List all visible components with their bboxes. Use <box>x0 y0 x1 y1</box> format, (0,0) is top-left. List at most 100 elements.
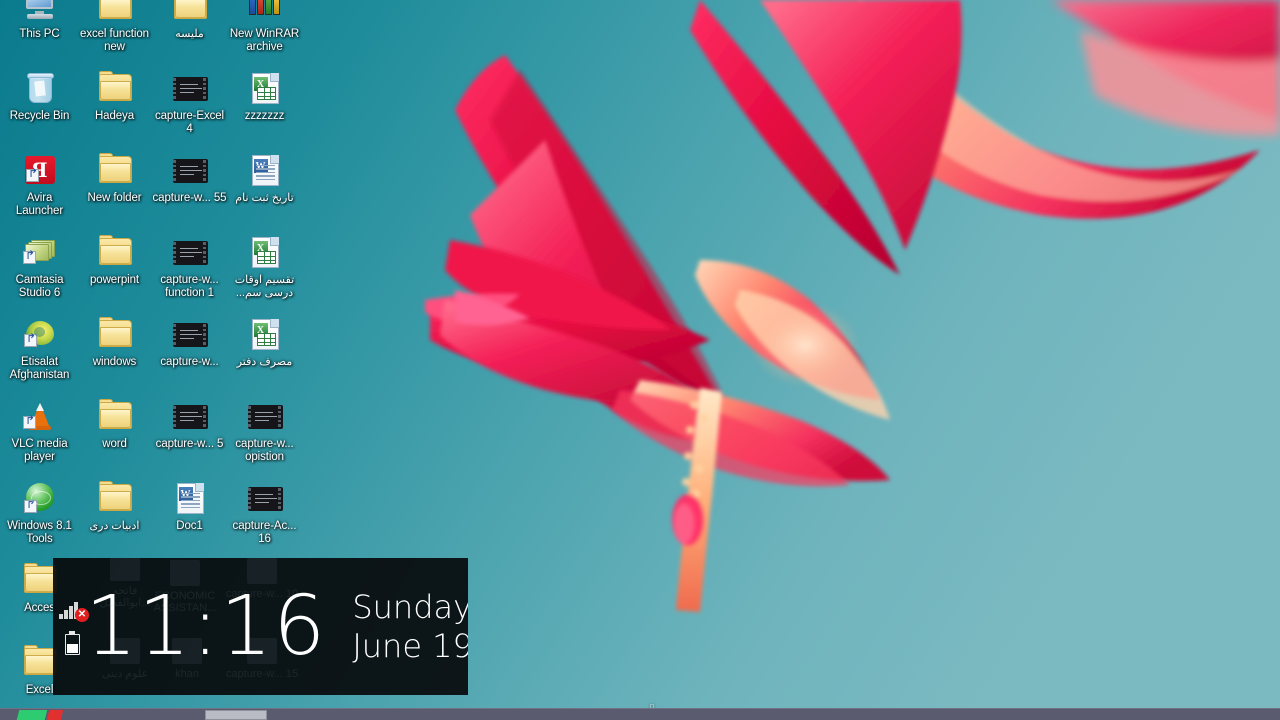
folder-icon <box>23 645 57 675</box>
desktop-icon-art <box>245 0 285 26</box>
desktop-icon-label: powerpint <box>90 274 139 286</box>
camtasia-studio-icon <box>22 240 55 264</box>
desktop-icon-art <box>245 396 285 436</box>
ghost-icon-label: ECONOMIC ASSISTAN... <box>153 590 217 614</box>
desktop-icon[interactable]: مليسه <box>152 0 227 64</box>
desktop-icon[interactable]: capture-w... 55 <box>152 146 227 228</box>
desktop-icon-label: excel function new <box>80 28 149 53</box>
desktop-icon[interactable]: capture-Excel 4 <box>152 64 227 146</box>
desktop-icon[interactable]: Camtasia Studio 6 <box>2 228 77 310</box>
desktop-icon[interactable]: New WinRAR archive <box>227 0 302 64</box>
ghost-icon-art <box>247 638 277 664</box>
ghost-icon-art <box>110 638 140 664</box>
lock-screen-clock-overlay[interactable]: فاتحه ابوالفضل... ECONOMIC ASSISTAN... cap… <box>53 558 468 695</box>
desktop-icon[interactable]: windows <box>77 310 152 392</box>
desktop-icon[interactable]: Recycle Bin <box>2 64 77 146</box>
windows-start-logo[interactable] <box>16 708 64 720</box>
desktop-icon-art <box>95 232 135 272</box>
taskbar-window-button[interactable] <box>205 710 267 720</box>
desktop-icon-label: capture-Excel 4 <box>154 110 224 135</box>
desktop-icon-label: This PC <box>19 28 60 40</box>
video-capture-file-icon <box>172 405 208 429</box>
avira-launcher-icon: R <box>24 156 55 184</box>
ghost-icons-behind-overlay: فاتحه ابوالفضل... ECONOMIC ASSISTAN... cap… <box>53 558 468 695</box>
vlc-media-player-icon <box>22 399 53 431</box>
desktop-icon[interactable]: VLC media player <box>2 392 77 474</box>
windows-desktop[interactable]: This PC excel function new مليسه New WinRAR… <box>0 0 1280 720</box>
desktop-icon-label: VLC media player <box>11 438 68 463</box>
excel-spreadsheet-icon: X <box>251 237 279 268</box>
desktop-icon-art <box>245 478 285 518</box>
desktop-icon[interactable]: powerpint <box>77 228 152 310</box>
desktop-icon[interactable]: This PC <box>2 0 77 64</box>
desktop-icon-art <box>95 150 135 190</box>
desktop-icon-label: New WinRAR archive <box>229 28 300 53</box>
desktop-icon-art <box>20 68 60 108</box>
video-capture-file-icon <box>172 241 208 265</box>
desktop-icon-label: Recycle Bin <box>9 110 70 122</box>
desktop-icon[interactable]: W تاریخ ثبت نام <box>227 146 302 228</box>
video-capture-file-icon <box>172 159 208 183</box>
battery-half-icon <box>64 630 80 655</box>
desktop-icon-label: Hadeya <box>94 110 135 122</box>
desktop-icon-art: X <box>245 68 285 108</box>
video-capture-file-icon <box>172 77 208 101</box>
desktop-icon[interactable]: capture-w... 5 <box>152 392 227 474</box>
desktop-icon[interactable]: capture-Ac... 16 <box>227 474 302 556</box>
taskbar[interactable] <box>0 708 1280 720</box>
desktop-icon[interactable]: Etisalat Afghanistan <box>2 310 77 392</box>
desktop-icon[interactable]: R Avira Launcher <box>2 146 77 228</box>
desktop-icon-art <box>95 478 135 518</box>
desktop-icon[interactable]: word <box>77 392 152 474</box>
folder-icon <box>98 153 132 183</box>
desktop-icon[interactable]: excel function new <box>77 0 152 64</box>
desktop-icon-art <box>20 396 60 436</box>
folder-icon <box>98 0 132 19</box>
folder-with-documents-icon <box>23 563 57 593</box>
desktop-icon-art <box>95 314 135 354</box>
folder-icon <box>98 399 132 429</box>
desktop-icon-art <box>20 232 60 272</box>
desktop-icon[interactable]: Xzzzzzzz <box>227 64 302 146</box>
desktop-icon[interactable]: capture-w... opistion <box>227 392 302 474</box>
desktop-icon-label: word <box>102 438 127 450</box>
desktop-icon-label: Avira Launcher <box>15 192 64 217</box>
desktop-icon-art: W <box>245 150 285 190</box>
folder-icon <box>98 317 132 347</box>
desktop-icon[interactable]: capture-w... function 1 <box>152 228 227 310</box>
desktop-icon-label: Camtasia Studio 6 <box>15 274 64 299</box>
desktop-icon-label: Etisalat Afghanistan <box>9 356 70 381</box>
desktop-icon[interactable]: X تقسیم اوقات درسی سم... <box>227 228 302 310</box>
desktop-icon-art: R <box>20 150 60 190</box>
etisalat-afghanistan-icon <box>23 321 54 347</box>
desktop-icon-art: X <box>245 314 285 354</box>
desktop-icon-label: capture-w... <box>160 356 219 368</box>
desktop-icon[interactable]: X مصرف دفتر <box>227 310 302 392</box>
ghost-icon-label: capture-w... 15 <box>225 668 299 680</box>
folder-icon <box>98 481 132 511</box>
ghost-icon-art <box>247 558 277 584</box>
desktop-icon[interactable]: Windows 8.1 Tools <box>2 474 77 556</box>
desktop-icon-label: مصرف دفتر <box>236 356 293 368</box>
folder-icon <box>98 235 132 265</box>
desktop-icon-art: W <box>170 478 210 518</box>
signal-error-badge: ✕ <box>75 607 89 622</box>
desktop-icon-label: capture-w... 55 <box>152 192 227 204</box>
folder-icon <box>98 71 132 101</box>
desktop-icon[interactable]: New folder <box>77 146 152 228</box>
desktop-icon[interactable]: Hadeya <box>77 64 152 146</box>
desktop-icon-art <box>170 0 210 26</box>
desktop-icon[interactable]: ادبیات دری <box>77 474 152 556</box>
windows-tools-icon <box>23 483 54 513</box>
desktop-icon-art <box>170 396 210 436</box>
video-capture-file-icon <box>247 405 283 429</box>
desktop-icon-art <box>95 0 135 26</box>
desktop-icon-label: windows <box>92 356 137 368</box>
desktop-icon[interactable]: W Doc1 <box>152 474 227 556</box>
desktop-icon[interactable]: capture-w... <box>152 310 227 392</box>
desktop-icon-art <box>170 68 210 108</box>
video-capture-file-icon <box>247 487 283 511</box>
desktop-icon-art <box>20 0 60 26</box>
desktop-icon-label: Windows 8.1 Tools <box>7 520 72 545</box>
desktop-icon-label: تاریخ ثبت نام <box>235 192 294 204</box>
